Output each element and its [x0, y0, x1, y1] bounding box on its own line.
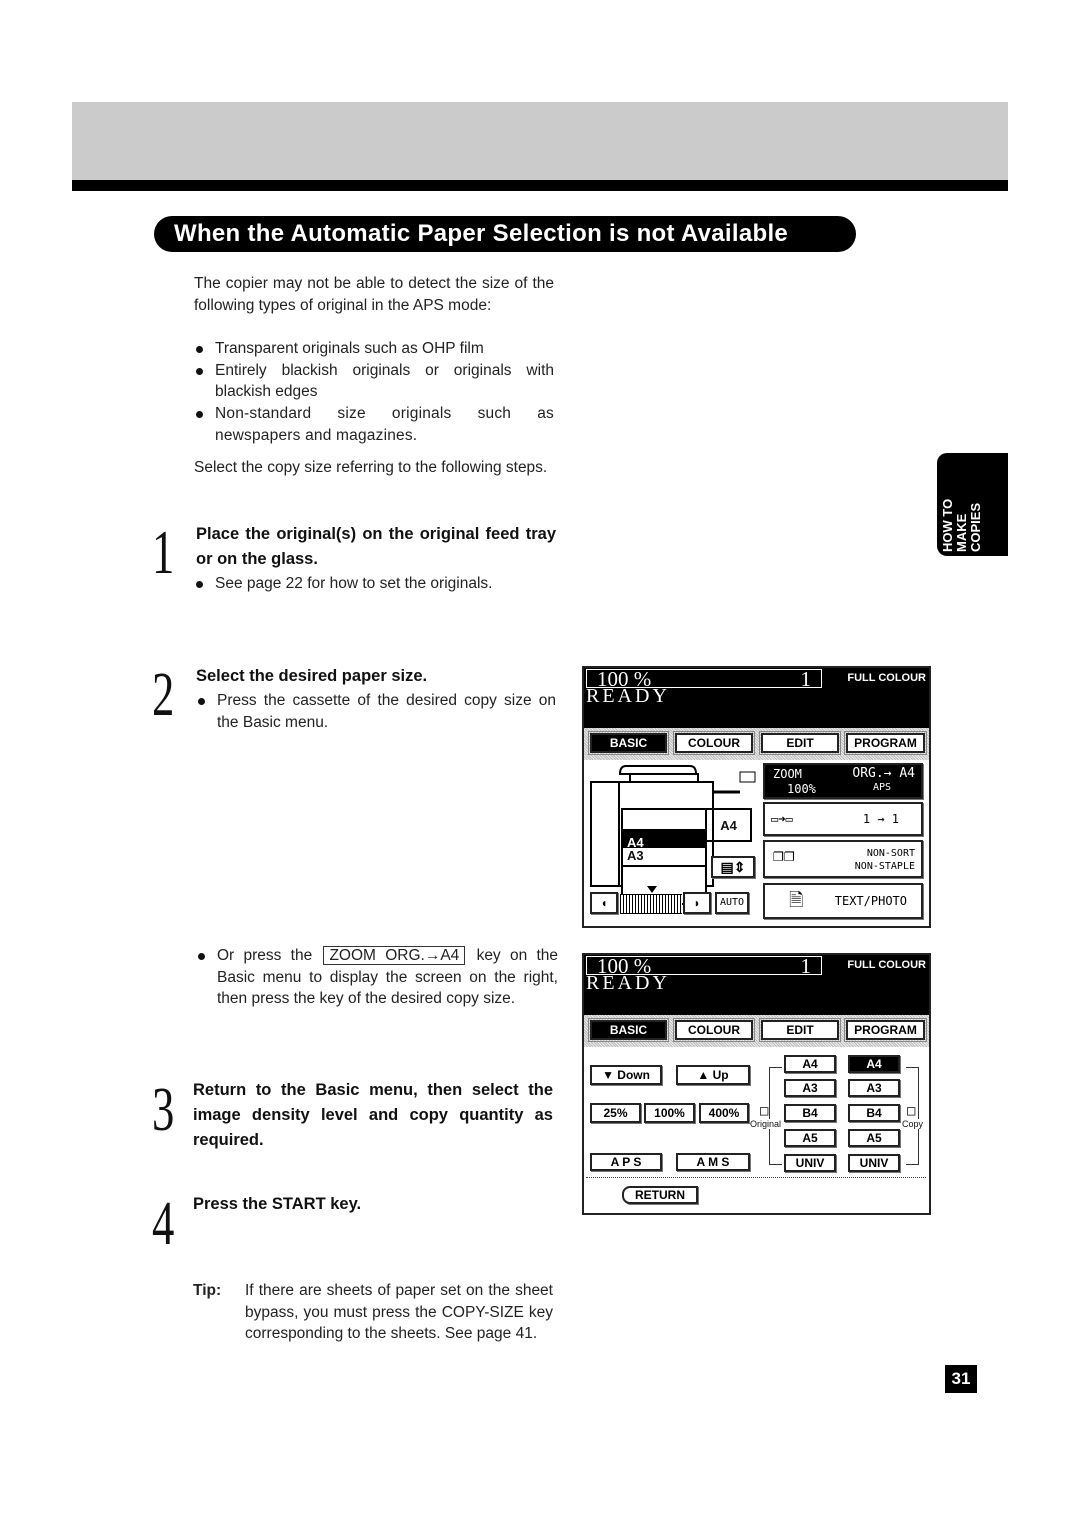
intro-closing: Select the copy size referring to the fo… [194, 459, 548, 476]
tab-edit[interactable]: EDIT [759, 1018, 841, 1042]
up-down-arrows-icon: ⇕ [733, 859, 746, 875]
page-number: 31 [945, 1365, 977, 1393]
density-lighter-button[interactable]: ◖ [590, 892, 618, 914]
list-item: Transparent originals such as OHP film [194, 338, 554, 360]
status-text: READY [586, 972, 670, 994]
tab-colour[interactable]: COLOUR [673, 1018, 755, 1042]
tab-basic[interactable]: BASIC [588, 1018, 669, 1042]
zoom-org-key-reference: ZOOM ORG.→A4 [323, 946, 466, 965]
original-mode-button[interactable]: 🗎 TEXT/PHOTO [763, 883, 923, 919]
header-rule [72, 180, 1008, 191]
status-text: READY [586, 685, 670, 707]
step-title: Select the desired paper size. [196, 667, 428, 685]
aps-button[interactable]: A P S [590, 1153, 662, 1171]
step-number: 1 [152, 519, 175, 587]
zoom-preset-400-button[interactable]: 400% [699, 1103, 749, 1123]
menu-tabs: BASIC COLOUR EDIT PROGRAM [584, 1015, 929, 1047]
half-moon-dark-icon: ◗ [693, 896, 701, 910]
density-auto-button[interactable]: AUTO [715, 892, 749, 914]
section-title: When the Automatic Paper Selection is no… [154, 216, 856, 252]
status-area: 100 % 1 FULL COLOUR READY [584, 954, 929, 1015]
header-band [72, 102, 1008, 180]
list-item: Press the cassette of the desired copy s… [196, 690, 556, 733]
tab-program[interactable]: PROGRAM [844, 731, 927, 755]
intro-bullets: Transparent originals such as OHP film E… [194, 338, 554, 447]
cassette-3[interactable]: A3 [623, 848, 705, 867]
step-number: 4 [152, 1190, 175, 1258]
chapter-tab: HOW TO MAKE COPIES [937, 453, 1008, 556]
tab-program[interactable]: PROGRAM [844, 1018, 927, 1042]
tab-colour[interactable]: COLOUR [673, 731, 755, 755]
cassette-stack: A4 A3 [621, 808, 707, 905]
cassette-2-selected[interactable]: A4 [623, 829, 705, 850]
duplex-pages-icon: ▭➜▭ [771, 812, 793, 826]
cassette-1[interactable] [623, 810, 705, 828]
original-size-a3-button[interactable]: A3 [784, 1079, 836, 1097]
copy-size-a5-button[interactable]: A5 [848, 1129, 900, 1147]
list-item: Non-standard size originals such as news… [194, 403, 554, 446]
zoom-up-button[interactable]: ▲ Up [676, 1065, 750, 1085]
bypass-tray[interactable]: A4 [707, 808, 752, 842]
step-bullets: Press the cassette of the desired copy s… [196, 690, 556, 733]
zoom-preset-100-button[interactable]: 100% [644, 1103, 695, 1123]
density-darker-button[interactable]: ◗ [683, 892, 711, 914]
chapter-tab-line: COPIES [968, 502, 983, 552]
copy-size-univ-button[interactable]: UNIV [848, 1154, 900, 1172]
step-bullets: See page 22 for how to set the originals… [194, 573, 554, 595]
list-item: Or press the ZOOM ORG.→A4 key on the Bas… [196, 945, 558, 1010]
zoom-down-button[interactable]: ▼ Down [590, 1065, 662, 1085]
tab-basic[interactable]: BASIC [588, 731, 669, 755]
half-moon-light-icon: ◖ [600, 896, 608, 910]
colour-mode: FULL COLOUR [847, 672, 926, 684]
chapter-tab-line: HOW TO [940, 498, 955, 552]
ams-button[interactable]: A M S [676, 1153, 750, 1171]
tray-selector-button[interactable]: ▤⇕ [711, 856, 755, 878]
step-alt-bullet: Or press the ZOOM ORG.→A4 key on the Bas… [196, 945, 558, 1010]
copy-size-b4-button[interactable]: B4 [848, 1104, 900, 1122]
finisher-button[interactable]: ❐❐ NON-SORT NON-STAPLE [763, 840, 923, 878]
step-number: 3 [152, 1076, 175, 1144]
return-button[interactable]: RETURN [622, 1186, 698, 1204]
original-paper-icon: □ [760, 1103, 769, 1119]
intro-paragraph: The copier may not be able to detect the… [194, 275, 554, 314]
density-scale[interactable] [620, 894, 682, 914]
chapter-tab-line: MAKE [954, 513, 969, 552]
original-size-univ-button[interactable]: UNIV [784, 1154, 836, 1172]
document-photo-icon: 🗎 [789, 890, 804, 911]
copy-label: Copy [902, 1119, 924, 1129]
density-marker-icon [647, 886, 657, 893]
divider [586, 1177, 926, 1178]
sort-pages-icon: ❐❐ [773, 845, 795, 866]
tab-edit[interactable]: EDIT [759, 731, 841, 755]
original-size-a4-button[interactable]: A4 [784, 1055, 836, 1073]
status-area: 100 % 1 FULL COLOUR READY [584, 667, 929, 728]
original-label: Original [750, 1119, 782, 1129]
copy-quantity: 1 [800, 667, 812, 691]
zoom-org-a4-button[interactable]: ZOOM 100% ORG.→ A4 APS [763, 763, 923, 799]
tray-icon: ▤ [720, 859, 734, 875]
tip-text: If there are sheets of paper set on the … [245, 1282, 553, 1343]
tip-label: Tip: [193, 1282, 222, 1299]
step-number: 2 [152, 661, 175, 729]
step-title: Press the START key. [193, 1195, 362, 1213]
list-item: See page 22 for how to set the originals… [194, 573, 554, 595]
step-title: Place the original(s) on the original fe… [196, 525, 556, 568]
copier-screen-size-select: 100 % 1 FULL COLOUR READY BASIC COLOUR E… [582, 953, 931, 1215]
menu-tabs: BASIC COLOUR EDIT PROGRAM [584, 728, 929, 760]
zoom-preset-25-button[interactable]: 25% [590, 1103, 641, 1123]
copy-paper-icon: □ [907, 1103, 916, 1119]
copy-quantity: 1 [800, 954, 812, 978]
duplex-button[interactable]: ▭➜▭ 1 → 1 [763, 802, 923, 836]
original-size-a5-button[interactable]: A5 [784, 1129, 836, 1147]
copy-size-a3-button[interactable]: A3 [848, 1079, 900, 1097]
colour-mode: FULL COLOUR [847, 959, 926, 971]
copy-size-a4-button-selected[interactable]: A4 [848, 1055, 900, 1073]
original-bracket [769, 1067, 782, 1165]
step-title: Return to the Basic menu, then select th… [193, 1081, 553, 1149]
list-item: Entirely blackish originals or originals… [194, 360, 554, 403]
original-size-b4-button[interactable]: B4 [784, 1104, 836, 1122]
copier-screen-basic: 100 % 1 FULL COLOUR READY BASIC COLOUR E… [582, 666, 931, 928]
cassette-4[interactable] [623, 868, 705, 888]
